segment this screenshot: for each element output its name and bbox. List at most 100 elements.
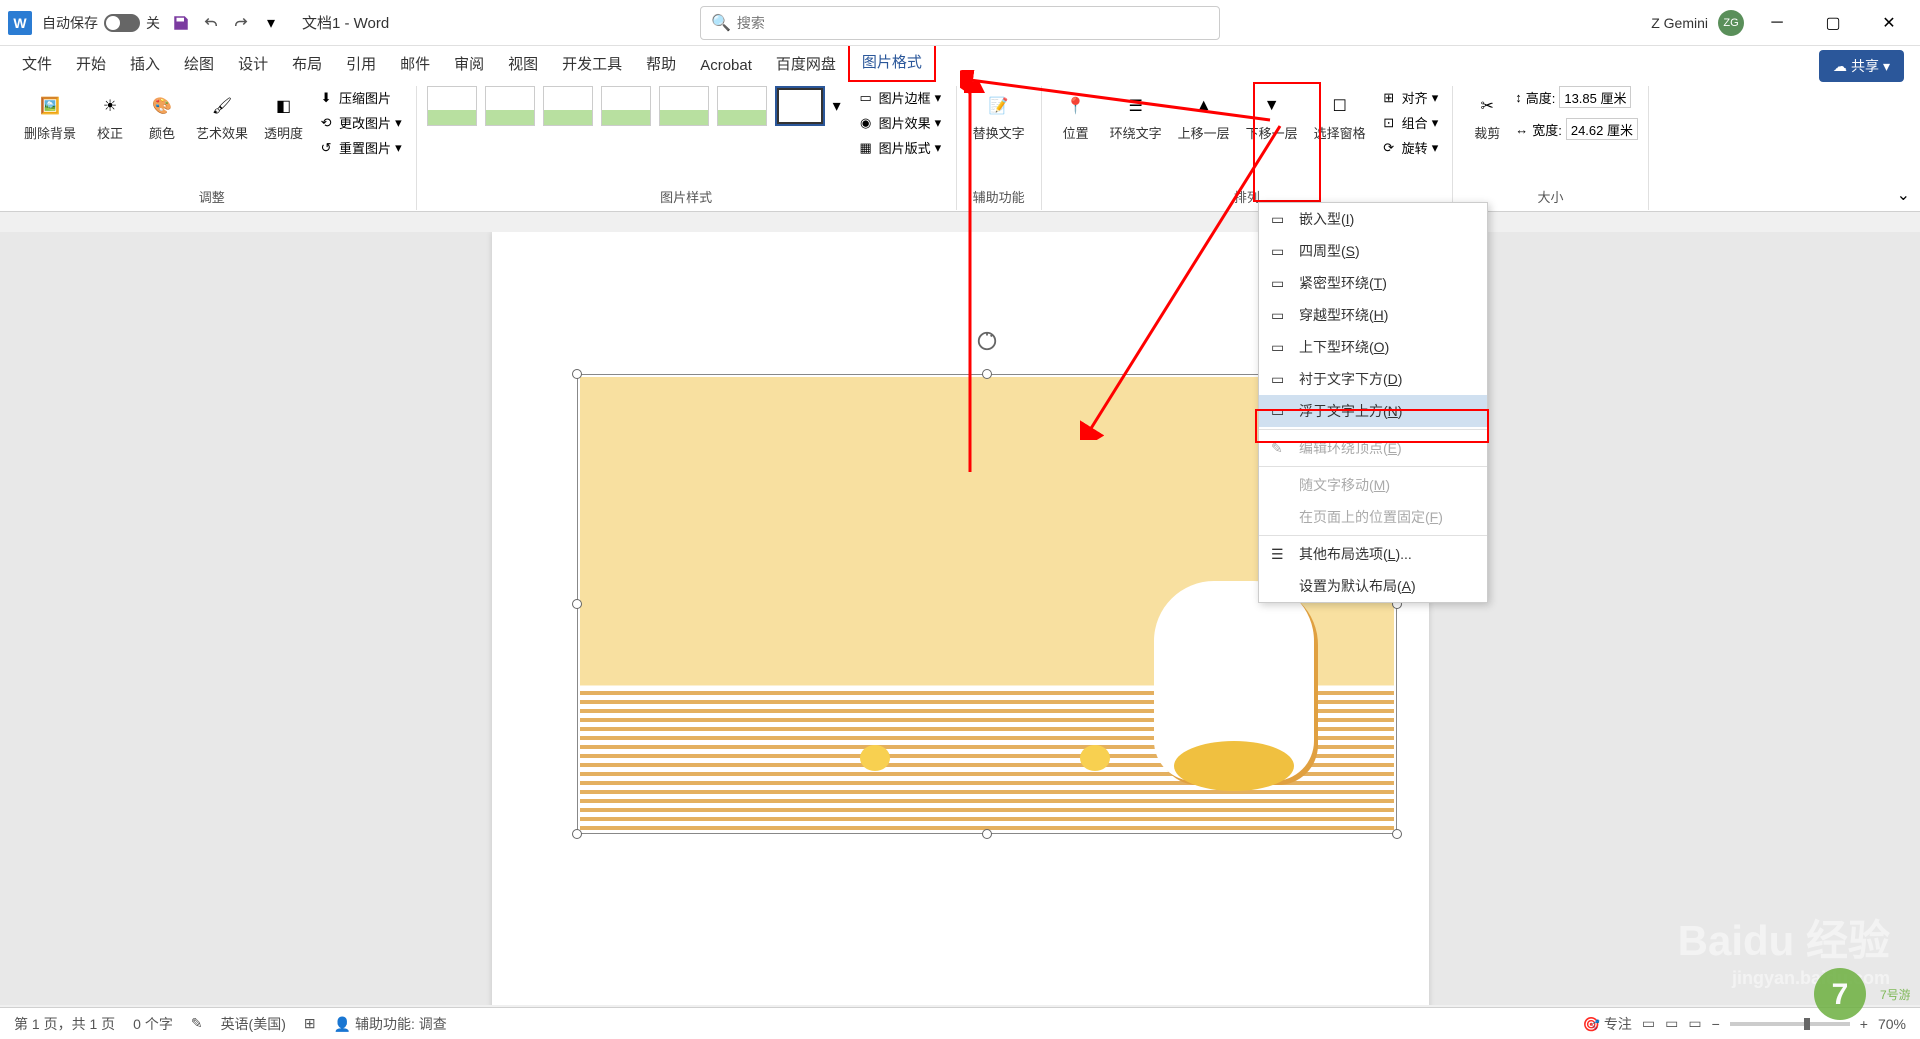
tab-references[interactable]: 引用 <box>334 45 388 82</box>
more-layout-icon: ☰ <box>1271 546 1289 562</box>
tab-mail[interactable]: 邮件 <box>388 45 442 82</box>
style-thumb-6[interactable] <box>717 86 767 126</box>
align-button[interactable]: ⊞对齐 ▾ <box>1376 86 1443 109</box>
tab-home[interactable]: 开始 <box>64 45 118 82</box>
style-thumb-1[interactable] <box>427 86 477 126</box>
set-default-layout[interactable]: 设置为默认布局(A) <box>1259 570 1487 602</box>
page-status[interactable]: 第 1 页，共 1 页 <box>14 1014 115 1034</box>
tab-file[interactable]: 文件 <box>10 45 64 82</box>
picture-style-gallery[interactable]: ▾ <box>427 86 841 126</box>
qat-customize-icon[interactable]: ▾ <box>260 12 282 34</box>
wrap-square[interactable]: ▭四周型(S) <box>1259 235 1487 267</box>
selection-icon: ☐ <box>1324 90 1356 122</box>
gallery-more-icon[interactable]: ▾ <box>833 96 841 116</box>
document-title: 文档1 - Word <box>302 12 389 33</box>
position-button[interactable]: 📍 位置 <box>1052 86 1100 146</box>
language-status[interactable]: 英语(美国) <box>221 1014 286 1034</box>
read-mode-icon[interactable]: ▭ <box>1642 1015 1655 1032</box>
tab-review[interactable]: 审阅 <box>442 45 496 82</box>
web-layout-icon[interactable]: ▭ <box>1688 1015 1701 1032</box>
user-name: Z Gemini <box>1651 15 1708 31</box>
wrap-behind[interactable]: ▭衬于文字下方(D) <box>1259 363 1487 395</box>
crop-button[interactable]: ✂ 裁剪 <box>1463 86 1511 146</box>
undo-button[interactable] <box>200 12 222 34</box>
zoom-out-button[interactable]: − <box>1712 1016 1720 1032</box>
corrections-button[interactable]: ☀ 校正 <box>86 86 134 146</box>
style-thumb-7[interactable] <box>775 86 825 126</box>
width-input[interactable] <box>1566 118 1638 140</box>
height-input[interactable] <box>1559 86 1631 108</box>
tab-view[interactable]: 视图 <box>496 45 550 82</box>
share-icon: ☁ <box>1833 58 1847 75</box>
resize-handle[interactable] <box>1392 829 1402 839</box>
share-button[interactable]: ☁ 共享 ▾ <box>1819 50 1904 82</box>
status-bar: 第 1 页，共 1 页 0 个字 ✎ 英语(美国) ⊞ 👤 辅助功能: 调查 🎯… <box>0 1007 1920 1039</box>
resize-handle[interactable] <box>572 829 582 839</box>
wrap-through[interactable]: ▭穿越型环绕(H) <box>1259 299 1487 331</box>
style-thumb-2[interactable] <box>485 86 535 126</box>
tab-baidu[interactable]: 百度网盘 <box>764 45 848 82</box>
picture-border-button[interactable]: ▭图片边框 ▾ <box>853 86 946 109</box>
word-count[interactable]: 0 个字 <box>133 1014 173 1034</box>
tab-draw[interactable]: 绘图 <box>172 45 226 82</box>
resize-handle[interactable] <box>572 599 582 609</box>
document-canvas[interactable] <box>0 232 1920 1005</box>
wrap-topbottom[interactable]: ▭上下型环绕(O) <box>1259 331 1487 363</box>
wrap-text-button[interactable]: ☰ 环绕文字 <box>1104 86 1168 146</box>
search-box[interactable]: 🔍 <box>700 6 1220 40</box>
change-picture-button[interactable]: ⟲更改图片 ▾ <box>313 111 406 134</box>
autosave-toggle[interactable] <box>104 14 140 32</box>
brightness-icon: ☀ <box>94 90 126 122</box>
spellcheck-icon[interactable]: ✎ <box>191 1015 203 1032</box>
ribbon: 🖼️ 删除背景 ☀ 校正 🎨 颜色 🖌 艺术效果 ◧ 透明度 ⬇压缩图片 ⟲更 <box>0 82 1920 212</box>
tab-developer[interactable]: 开发工具 <box>550 45 634 82</box>
tab-acrobat[interactable]: Acrobat <box>688 49 764 82</box>
height-icon: ↕ <box>1515 90 1522 105</box>
rotate-handle[interactable] <box>976 330 998 352</box>
reset-picture-button[interactable]: ↺重置图片 ▾ <box>313 136 406 159</box>
selection-pane-button[interactable]: ☐ 选择窗格 <box>1308 86 1372 146</box>
wrap-tight[interactable]: ▭紧密型环绕(T) <box>1259 267 1487 299</box>
close-button[interactable]: ✕ <box>1866 7 1912 39</box>
backward-icon: ▼ <box>1256 90 1288 122</box>
ribbon-collapse-icon[interactable]: ⌄ <box>1897 185 1910 205</box>
resize-handle[interactable] <box>982 829 992 839</box>
picture-layout-button[interactable]: ▦图片版式 ▾ <box>853 136 946 159</box>
avatar[interactable]: ZG <box>1718 10 1744 36</box>
more-layout-options[interactable]: ☰其他布局选项(L)... <box>1259 538 1487 570</box>
resize-handle[interactable] <box>982 369 992 379</box>
maximize-button[interactable]: ▢ <box>1810 7 1856 39</box>
color-button[interactable]: 🎨 颜色 <box>138 86 186 146</box>
tab-picture-format[interactable]: 图片格式 <box>848 41 936 82</box>
save-button[interactable] <box>170 12 192 34</box>
wrap-infront[interactable]: ▭浮于文字上方(N) <box>1259 395 1487 427</box>
focus-mode[interactable]: 🎯 专注 <box>1583 1014 1632 1034</box>
accessibility-status[interactable]: 👤 辅助功能: 调查 <box>334 1014 447 1034</box>
style-thumb-3[interactable] <box>543 86 593 126</box>
print-layout-icon[interactable]: ▭ <box>1665 1015 1678 1032</box>
tab-insert[interactable]: 插入 <box>118 45 172 82</box>
tab-design[interactable]: 设计 <box>226 45 280 82</box>
redo-button[interactable] <box>230 12 252 34</box>
rotate-button[interactable]: ⟳旋转 ▾ <box>1376 136 1443 159</box>
wrap-infront-icon: ▭ <box>1271 403 1289 419</box>
compress-picture-button[interactable]: ⬇压缩图片 <box>313 86 406 109</box>
picture-effects-button[interactable]: ◉图片效果 ▾ <box>853 111 946 134</box>
alt-text-button[interactable]: 📝 替换文字 <box>967 86 1031 146</box>
search-input[interactable] <box>737 15 1209 31</box>
style-thumb-4[interactable] <box>601 86 651 126</box>
minimize-button[interactable]: ─ <box>1754 7 1800 39</box>
bring-forward-button[interactable]: ▲ 上移一层 <box>1172 86 1236 146</box>
resize-handle[interactable] <box>572 369 582 379</box>
style-thumb-5[interactable] <box>659 86 709 126</box>
artistic-button[interactable]: 🖌 艺术效果 <box>190 86 254 146</box>
game-site-watermark: 77号游戏网 <box>1800 964 1910 1029</box>
group-button[interactable]: ⊡组合 ▾ <box>1376 111 1443 134</box>
remove-background-button[interactable]: 🖼️ 删除背景 <box>18 86 82 146</box>
tab-layout[interactable]: 布局 <box>280 45 334 82</box>
transparency-button[interactable]: ◧ 透明度 <box>258 86 309 146</box>
tab-help[interactable]: 帮助 <box>634 45 688 82</box>
wrap-inline[interactable]: ▭嵌入型(I) <box>1259 203 1487 235</box>
send-backward-button[interactable]: ▼ 下移一层 <box>1240 86 1304 146</box>
display-settings-icon[interactable]: ⊞ <box>304 1015 316 1032</box>
